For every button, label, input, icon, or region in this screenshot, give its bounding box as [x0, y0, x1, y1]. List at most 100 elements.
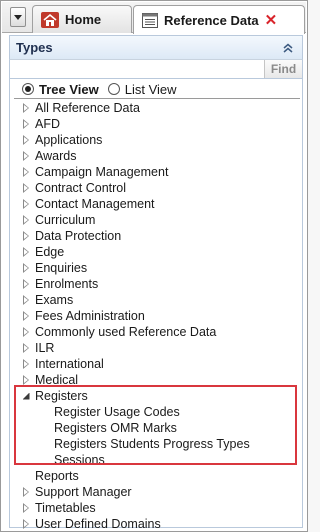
- collapsed-triangle-icon[interactable]: [21, 340, 31, 356]
- types-panel-header: Types: [9, 35, 303, 59]
- search-row: Find: [9, 59, 303, 79]
- list-view-radio[interactable]: List View: [107, 81, 177, 97]
- tree-item-label: Reports: [35, 469, 79, 483]
- tree-item[interactable]: Reports: [10, 468, 302, 484]
- tree-item[interactable]: AFD: [10, 116, 302, 132]
- tree-item[interactable]: Commonly used Reference Data: [10, 324, 302, 340]
- tree-item[interactable]: Contract Control: [10, 180, 302, 196]
- tree-item-label: Exams: [35, 293, 74, 307]
- tree-child-item[interactable]: Registers Students Progress Types: [10, 436, 302, 452]
- tab-menu-dropdown-button[interactable]: [10, 7, 26, 27]
- collapsed-triangle-icon[interactable]: [21, 484, 31, 500]
- collapsed-triangle-icon[interactable]: [21, 164, 31, 180]
- tree-item[interactable]: All Reference Data: [10, 100, 302, 116]
- tree-item-label: Contract Control: [35, 181, 127, 195]
- tree-item[interactable]: Medical: [10, 372, 302, 388]
- collapsed-triangle-icon[interactable]: [21, 500, 31, 516]
- tree-view-radio[interactable]: Tree View: [22, 82, 99, 97]
- collapsed-triangle-icon[interactable]: [21, 244, 31, 260]
- reference-data-icon: [142, 12, 158, 28]
- collapsed-triangle-icon[interactable]: [21, 276, 31, 292]
- tree-item-label: AFD: [35, 117, 60, 131]
- collapsed-triangle-icon[interactable]: [21, 116, 31, 132]
- collapsed-triangle-icon[interactable]: [21, 132, 31, 148]
- find-button[interactable]: Find: [264, 60, 302, 78]
- tab-home[interactable]: Home: [32, 5, 132, 33]
- tab-reference-data[interactable]: Reference Data ✕: [133, 5, 305, 34]
- tree-item[interactable]: User Defined Domains: [10, 516, 302, 532]
- caret-down-icon: [14, 14, 22, 20]
- tree-item-label: Registers: [35, 389, 88, 403]
- tree-item-label: Curriculum: [35, 213, 96, 227]
- collapsed-triangle-icon[interactable]: [21, 228, 31, 244]
- double-chevron-up-icon[interactable]: [282, 42, 294, 54]
- tree-item[interactable]: Enquiries: [10, 260, 302, 276]
- tree-item-label: Commonly used Reference Data: [35, 325, 217, 339]
- view-toggle: Tree View List View: [22, 81, 186, 97]
- tree-item-label: ILR: [35, 341, 55, 355]
- tree-item[interactable]: Contact Management: [10, 196, 302, 212]
- expanded-triangle-icon[interactable]: [21, 388, 31, 404]
- tab-strip: Home Reference Data ✕: [2, 2, 306, 34]
- tree-item[interactable]: Fees Administration: [10, 308, 302, 324]
- collapsed-triangle-icon[interactable]: [21, 372, 31, 388]
- tree-item[interactable]: Campaign Management: [10, 164, 302, 180]
- tree-item-label: Edge: [35, 245, 65, 259]
- collapsed-triangle-icon[interactable]: [21, 100, 31, 116]
- tree-item[interactable]: Support Manager: [10, 484, 302, 500]
- window-frame: Home Reference Data ✕ Types Find Tree Vi…: [0, 0, 308, 532]
- tree-item-label: Medical: [35, 373, 79, 387]
- tab-home-label: Home: [65, 12, 102, 27]
- tree-item-label: Campaign Management: [35, 165, 169, 179]
- tree-item[interactable]: International: [10, 356, 302, 372]
- radio-unselected-icon: [107, 83, 120, 95]
- tree-item-label: International: [35, 357, 104, 371]
- tab-reference-data-label: Reference Data: [164, 12, 259, 28]
- collapsed-triangle-icon[interactable]: [21, 308, 31, 324]
- tree-item[interactable]: Edge: [10, 244, 302, 260]
- tree-child-item[interactable]: Registers OMR Marks: [10, 420, 302, 436]
- radio-selected-icon: [22, 83, 34, 95]
- collapsed-triangle-icon[interactable]: [21, 324, 31, 340]
- tree-item-label: User Defined Domains: [35, 517, 161, 531]
- tree-child-item[interactable]: Sessions: [10, 452, 302, 468]
- collapsed-triangle-icon[interactable]: [21, 196, 31, 212]
- tree-item[interactable]: ILR: [10, 340, 302, 356]
- home-icon: [41, 11, 59, 28]
- tree-item-label: Enrolments: [35, 277, 99, 291]
- list-view-label: List View: [124, 81, 177, 97]
- tree-child-item[interactable]: Register Usage Codes: [10, 404, 302, 420]
- tree-item[interactable]: Awards: [10, 148, 302, 164]
- tree-item-label: All Reference Data: [35, 101, 140, 115]
- collapsed-triangle-icon[interactable]: [21, 292, 31, 308]
- collapsed-triangle-icon[interactable]: [21, 356, 31, 372]
- tree-item-label: Applications: [35, 133, 103, 147]
- tree-item[interactable]: Data Protection: [10, 228, 302, 244]
- collapsed-triangle-icon[interactable]: [21, 148, 31, 164]
- collapsed-triangle-icon[interactable]: [21, 180, 31, 196]
- tree-item-label: Registers Students Progress Types: [54, 437, 250, 451]
- tree-item[interactable]: Enrolments: [10, 276, 302, 292]
- collapsed-triangle-icon[interactable]: [21, 212, 31, 228]
- tree-item-label: Data Protection: [35, 229, 122, 243]
- collapsed-triangle-icon[interactable]: [21, 516, 31, 532]
- tree-item-label: Support Manager: [35, 485, 132, 499]
- tree-item[interactable]: Applications: [10, 132, 302, 148]
- tree-item-label: Sessions: [54, 453, 105, 467]
- collapsed-triangle-icon[interactable]: [21, 260, 31, 276]
- tree-view-label: Tree View: [39, 81, 99, 97]
- close-tab-icon[interactable]: ✕: [265, 13, 278, 28]
- tree-panel: Tree View List View All Reference Data AF…: [9, 79, 303, 531]
- tree-item[interactable]: Timetables: [10, 500, 302, 516]
- tree-item[interactable]: Registers: [10, 388, 302, 404]
- tree-item-label: Timetables: [35, 501, 96, 515]
- tree-item-label: Fees Administration: [35, 309, 145, 323]
- tree-item[interactable]: Curriculum: [10, 212, 302, 228]
- tree-item-label: Register Usage Codes: [54, 405, 180, 419]
- panel-title: Types: [16, 40, 53, 55]
- tree-item-label: Awards: [35, 149, 77, 163]
- search-input[interactable]: [10, 60, 264, 78]
- tree-item-label: Registers OMR Marks: [54, 421, 177, 435]
- tree-item[interactable]: Exams: [10, 292, 302, 308]
